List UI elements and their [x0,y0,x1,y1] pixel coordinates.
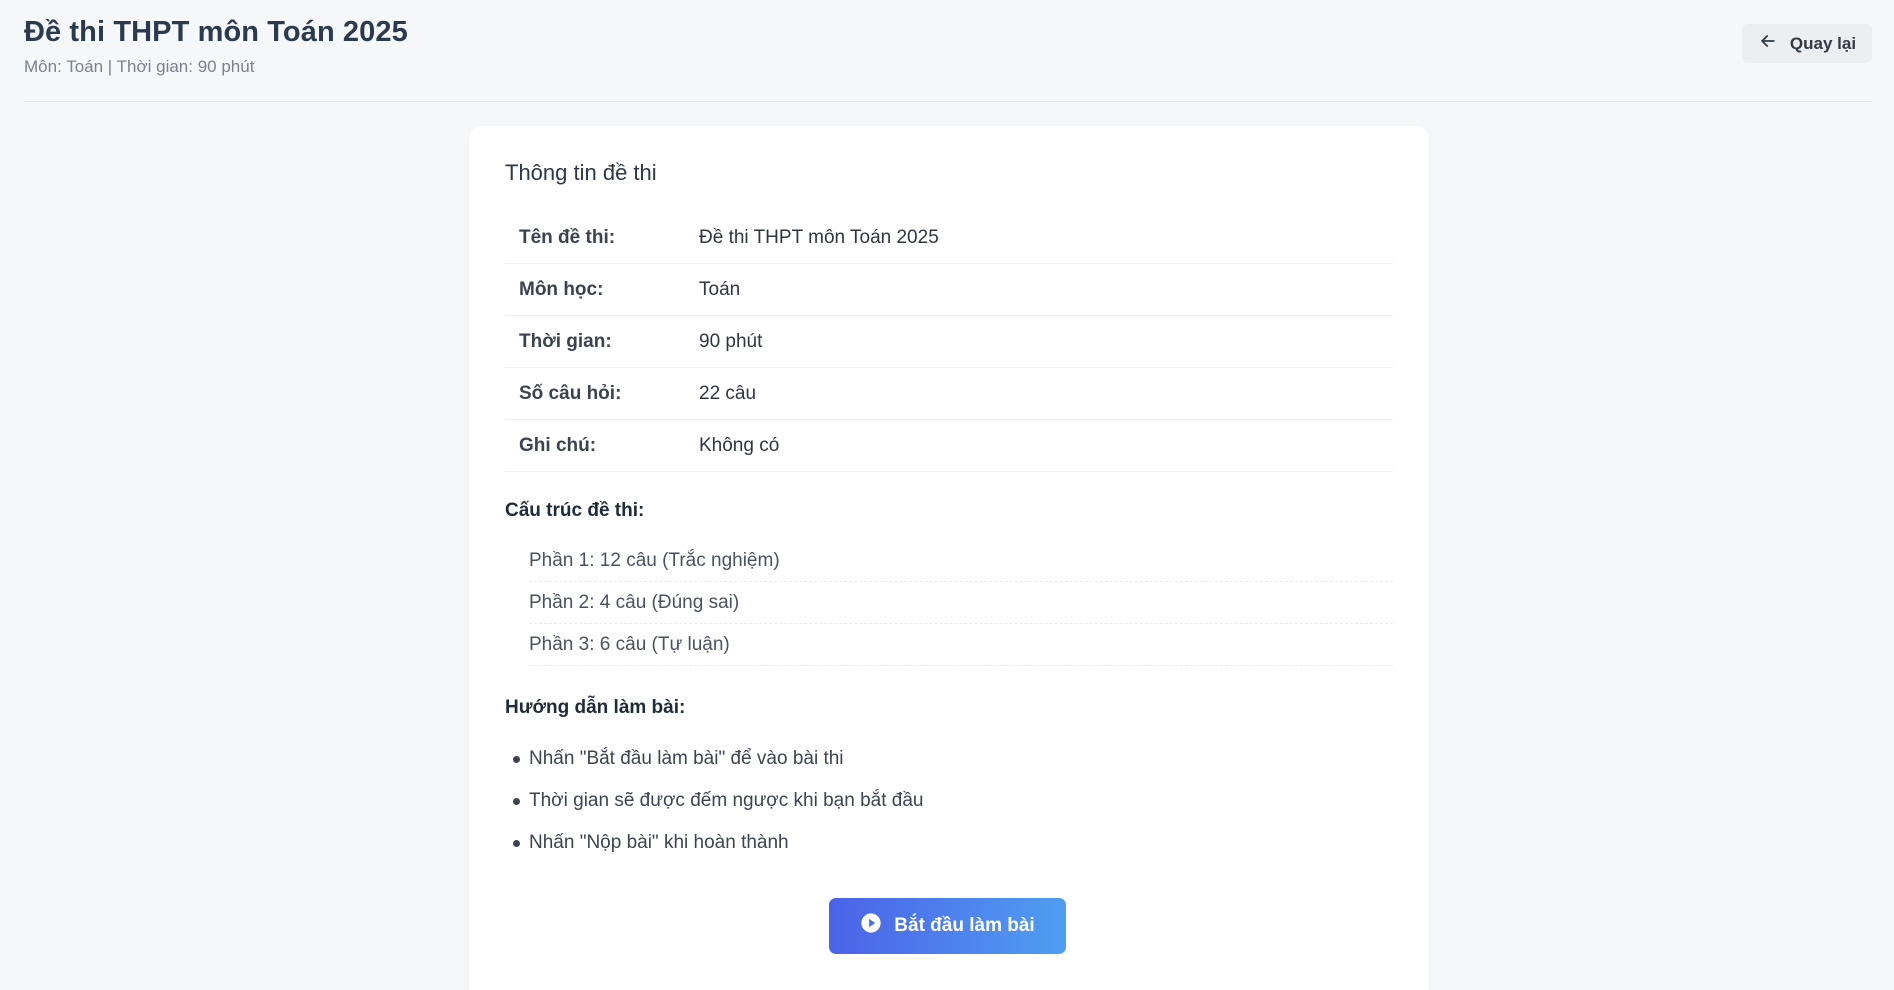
guide-list: Nhấn "Bắt đầu làm bài" để vào bài thi Th… [505,738,1369,864]
info-value: Toán [699,279,741,300]
guide-item: Nhấn "Bắt đầu làm bài" để vào bài thi [505,738,1369,780]
guide-item-text: Nhấn "Nộp bài" khi hoàn thành [529,832,789,853]
info-label: Thời gian: [519,331,612,352]
info-label: Tên đề thi: [519,227,616,248]
guide-heading: Hướng dẫn làm bài: [505,697,686,718]
info-row-duration: Thời gian: 90 phút [505,316,1393,368]
bullet-icon [513,798,520,805]
info-label: Số câu hỏi: [519,383,622,404]
structure-list: Phần 1: 12 câu (Trắc nghiệm) Phần 2: 4 c… [529,540,1393,666]
info-label: Ghi chú: [519,435,597,456]
info-row-name: Tên đề thi: Đề thi THPT môn Toán 2025 [505,212,1393,264]
page-title: Đề thi THPT môn Toán 2025 [24,16,408,48]
guide-item-text: Thời gian sẽ được đếm ngược khi bạn bắt … [529,790,924,811]
info-label: Môn học: [519,279,604,300]
info-value: 22 câu [699,383,757,404]
structure-item: Phần 3: 6 câu (Tự luận) [529,624,1393,666]
exam-info-page: Đề thi THPT môn Toán 2025 Môn: Toán | Th… [0,0,1894,990]
info-value: Không có [699,435,780,456]
page-header: Đề thi THPT môn Toán 2025 Môn: Toán | Th… [24,0,1872,102]
start-exam-button[interactable]: Bắt đầu làm bài [829,898,1066,954]
bullet-icon [513,756,520,763]
exam-info-table: Tên đề thi: Đề thi THPT môn Toán 2025 Mô… [505,212,1393,472]
back-button[interactable]: Quay lại [1742,24,1872,63]
play-circle-icon [860,912,882,940]
arrow-left-icon [1758,31,1778,56]
info-row-question-count: Số câu hỏi: 22 câu [505,368,1393,420]
info-row-subject: Môn học: Toán [505,264,1393,316]
info-value: 90 phút [699,331,763,352]
structure-item: Phần 2: 4 câu (Đúng sai) [529,582,1393,624]
start-exam-label: Bắt đầu làm bài [894,915,1035,936]
info-value: Đề thi THPT môn Toán 2025 [699,227,939,248]
guide-item-text: Nhấn "Bắt đầu làm bài" để vào bài thi [529,748,844,769]
page-subtitle: Môn: Toán | Thời gian: 90 phút [24,57,255,76]
bullet-icon [513,840,520,847]
info-row-note: Ghi chú: Không có [505,420,1393,472]
guide-item: Thời gian sẽ được đếm ngược khi bạn bắt … [505,780,1369,822]
card-title: Thông tin đề thi [505,160,657,185]
guide-item: Nhấn "Nộp bài" khi hoàn thành [505,822,1369,864]
exam-info-card: Thông tin đề thi Tên đề thi: Đề thi THPT… [469,126,1429,990]
back-button-label: Quay lại [1789,33,1857,53]
structure-heading: Cấu trúc đề thi: [505,500,645,521]
structure-item: Phần 1: 12 câu (Trắc nghiệm) [529,540,1393,582]
